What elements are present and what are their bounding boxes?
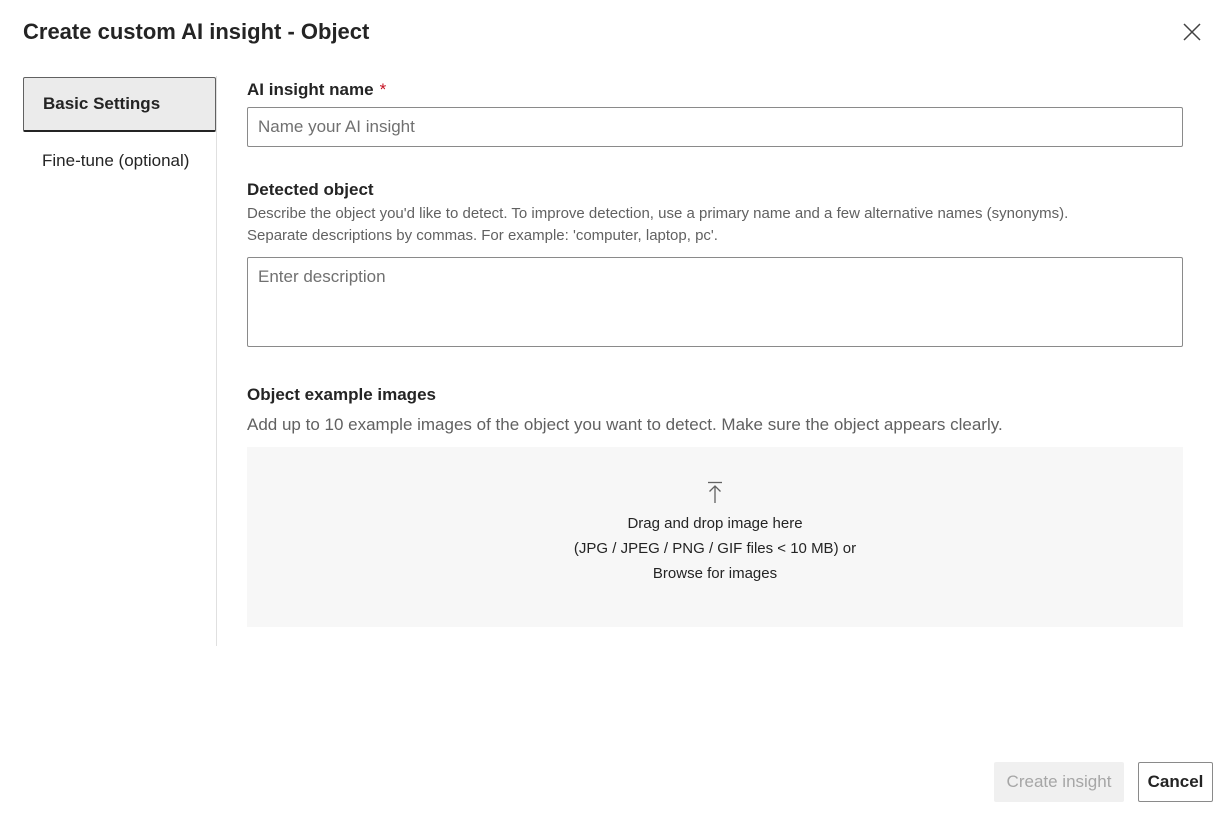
- image-dropzone[interactable]: Drag and drop image here (JPG / JPEG / P…: [247, 447, 1183, 627]
- detected-object-textarea[interactable]: [247, 257, 1183, 347]
- cancel-button[interactable]: Cancel: [1138, 762, 1213, 802]
- detected-object-help: Describe the object you'd like to detect…: [247, 203, 1068, 247]
- ai-insight-name-input[interactable]: [247, 107, 1183, 147]
- object-example-images-label: Object example images: [247, 385, 436, 404]
- ai-insight-name-label: AI insight name *: [247, 80, 386, 100]
- settings-nav: Basic Settings Fine-tune (optional): [0, 76, 217, 646]
- object-example-images-help: Add up to 10 example images of the objec…: [247, 415, 1003, 434]
- browse-images-link[interactable]: Browse for images: [653, 561, 777, 586]
- detected-object-label: Detected object: [247, 180, 374, 199]
- dropzone-file-types-text: (JPG / JPEG / PNG / GIF files < 10 MB) o…: [573, 540, 857, 557]
- dialog-title: Create custom AI insight - Object: [23, 19, 370, 44]
- create-insight-button[interactable]: Create insight: [994, 762, 1124, 802]
- close-button[interactable]: [1178, 18, 1206, 46]
- detected-object-help-line1: Describe the object you'd like to detect…: [247, 205, 1069, 222]
- upload-icon: [708, 481, 722, 503]
- dropzone-drag-text: Drag and drop image here: [627, 515, 803, 532]
- required-mark: *: [379, 80, 387, 99]
- nav-item-basic-settings[interactable]: Basic Settings: [23, 77, 216, 132]
- ai-insight-name-label-text: AI insight name: [247, 80, 374, 99]
- close-icon: [1183, 23, 1201, 41]
- nav-item-fine-tune[interactable]: Fine-tune (optional): [23, 133, 216, 188]
- detected-object-help-line2: Separate descriptions by commas. For exa…: [247, 227, 718, 244]
